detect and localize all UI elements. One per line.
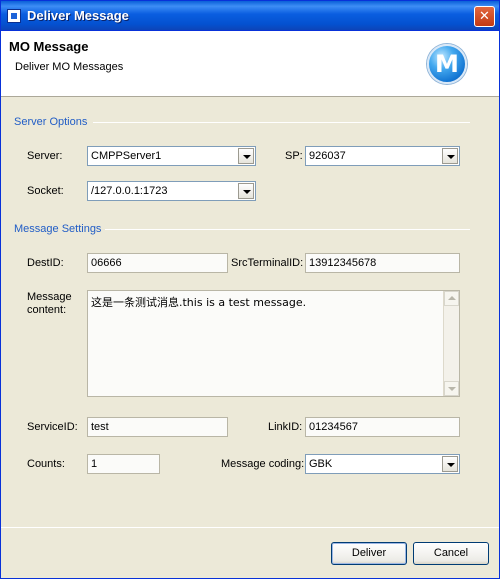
footer-divider <box>1 527 499 528</box>
dest-id-field[interactable]: 06666 <box>87 253 228 273</box>
chevron-down-icon[interactable] <box>238 183 254 199</box>
header-title: MO Message <box>9 39 89 54</box>
app-icon <box>7 9 21 23</box>
counts-field[interactable]: 1 <box>87 454 160 474</box>
logo-icon: M <box>427 44 467 84</box>
message-coding-select[interactable]: GBK <box>305 454 460 474</box>
counts-label: Counts: <box>27 458 65 470</box>
service-id-field[interactable]: test <box>87 417 228 437</box>
message-content-text: 这是一条测试消息.this is a test message. <box>91 296 307 309</box>
message-content-textarea[interactable]: 这是一条测试消息.this is a test message. <box>87 290 460 397</box>
message-settings-heading: Message Settings <box>14 223 102 235</box>
server-select[interactable]: CMPPServer1 <box>87 146 256 166</box>
window-title: Deliver Message <box>27 8 129 23</box>
scroll-up-icon[interactable] <box>444 291 459 306</box>
message-content-label-line1: Message <box>27 291 72 303</box>
dest-id-label: DestID: <box>27 257 64 269</box>
deliver-button[interactable]: Deliver <box>331 542 407 565</box>
message-content-label-line2: content: <box>27 304 67 316</box>
socket-select[interactable]: /127.0.0.1:1723 <box>87 181 256 201</box>
server-options-heading: Server Options <box>14 116 88 128</box>
server-label: Server: <box>27 150 63 162</box>
chevron-down-icon[interactable] <box>442 456 458 472</box>
sp-select[interactable]: 926037 <box>305 146 460 166</box>
section-divider <box>93 122 470 123</box>
sp-value: 926037 <box>309 150 346 162</box>
cancel-button[interactable]: Cancel <box>413 542 489 565</box>
chevron-down-icon[interactable] <box>442 148 458 164</box>
server-value: CMPPServer1 <box>91 150 162 162</box>
scroll-down-icon[interactable] <box>444 381 459 396</box>
vertical-scrollbar[interactable] <box>443 291 459 396</box>
src-terminal-field[interactable]: 13912345678 <box>305 253 460 273</box>
service-id-label: ServiceID: <box>27 421 78 433</box>
dialog-header: MO Message Deliver MO Messages M <box>1 31 499 97</box>
sp-label: SP: <box>285 150 303 162</box>
title-bar[interactable]: Deliver Message ✕ <box>1 1 499 31</box>
close-button[interactable]: ✕ <box>474 6 495 27</box>
message-coding-value: GBK <box>309 458 333 470</box>
header-subtitle: Deliver MO Messages <box>15 61 124 73</box>
section-divider <box>105 229 470 230</box>
dialog-window: Deliver Message ✕ MO Message Deliver MO … <box>0 0 500 579</box>
chevron-down-icon[interactable] <box>238 148 254 164</box>
src-terminal-label: SrcTerminalID: <box>231 257 304 269</box>
message-coding-label: Message coding: <box>221 458 305 470</box>
link-id-label: LinkID: <box>268 421 303 433</box>
link-id-field[interactable]: 01234567 <box>305 417 460 437</box>
socket-label: Socket: <box>27 185 64 197</box>
socket-value: /127.0.0.1:1723 <box>91 185 168 197</box>
close-icon: ✕ <box>479 9 490 24</box>
